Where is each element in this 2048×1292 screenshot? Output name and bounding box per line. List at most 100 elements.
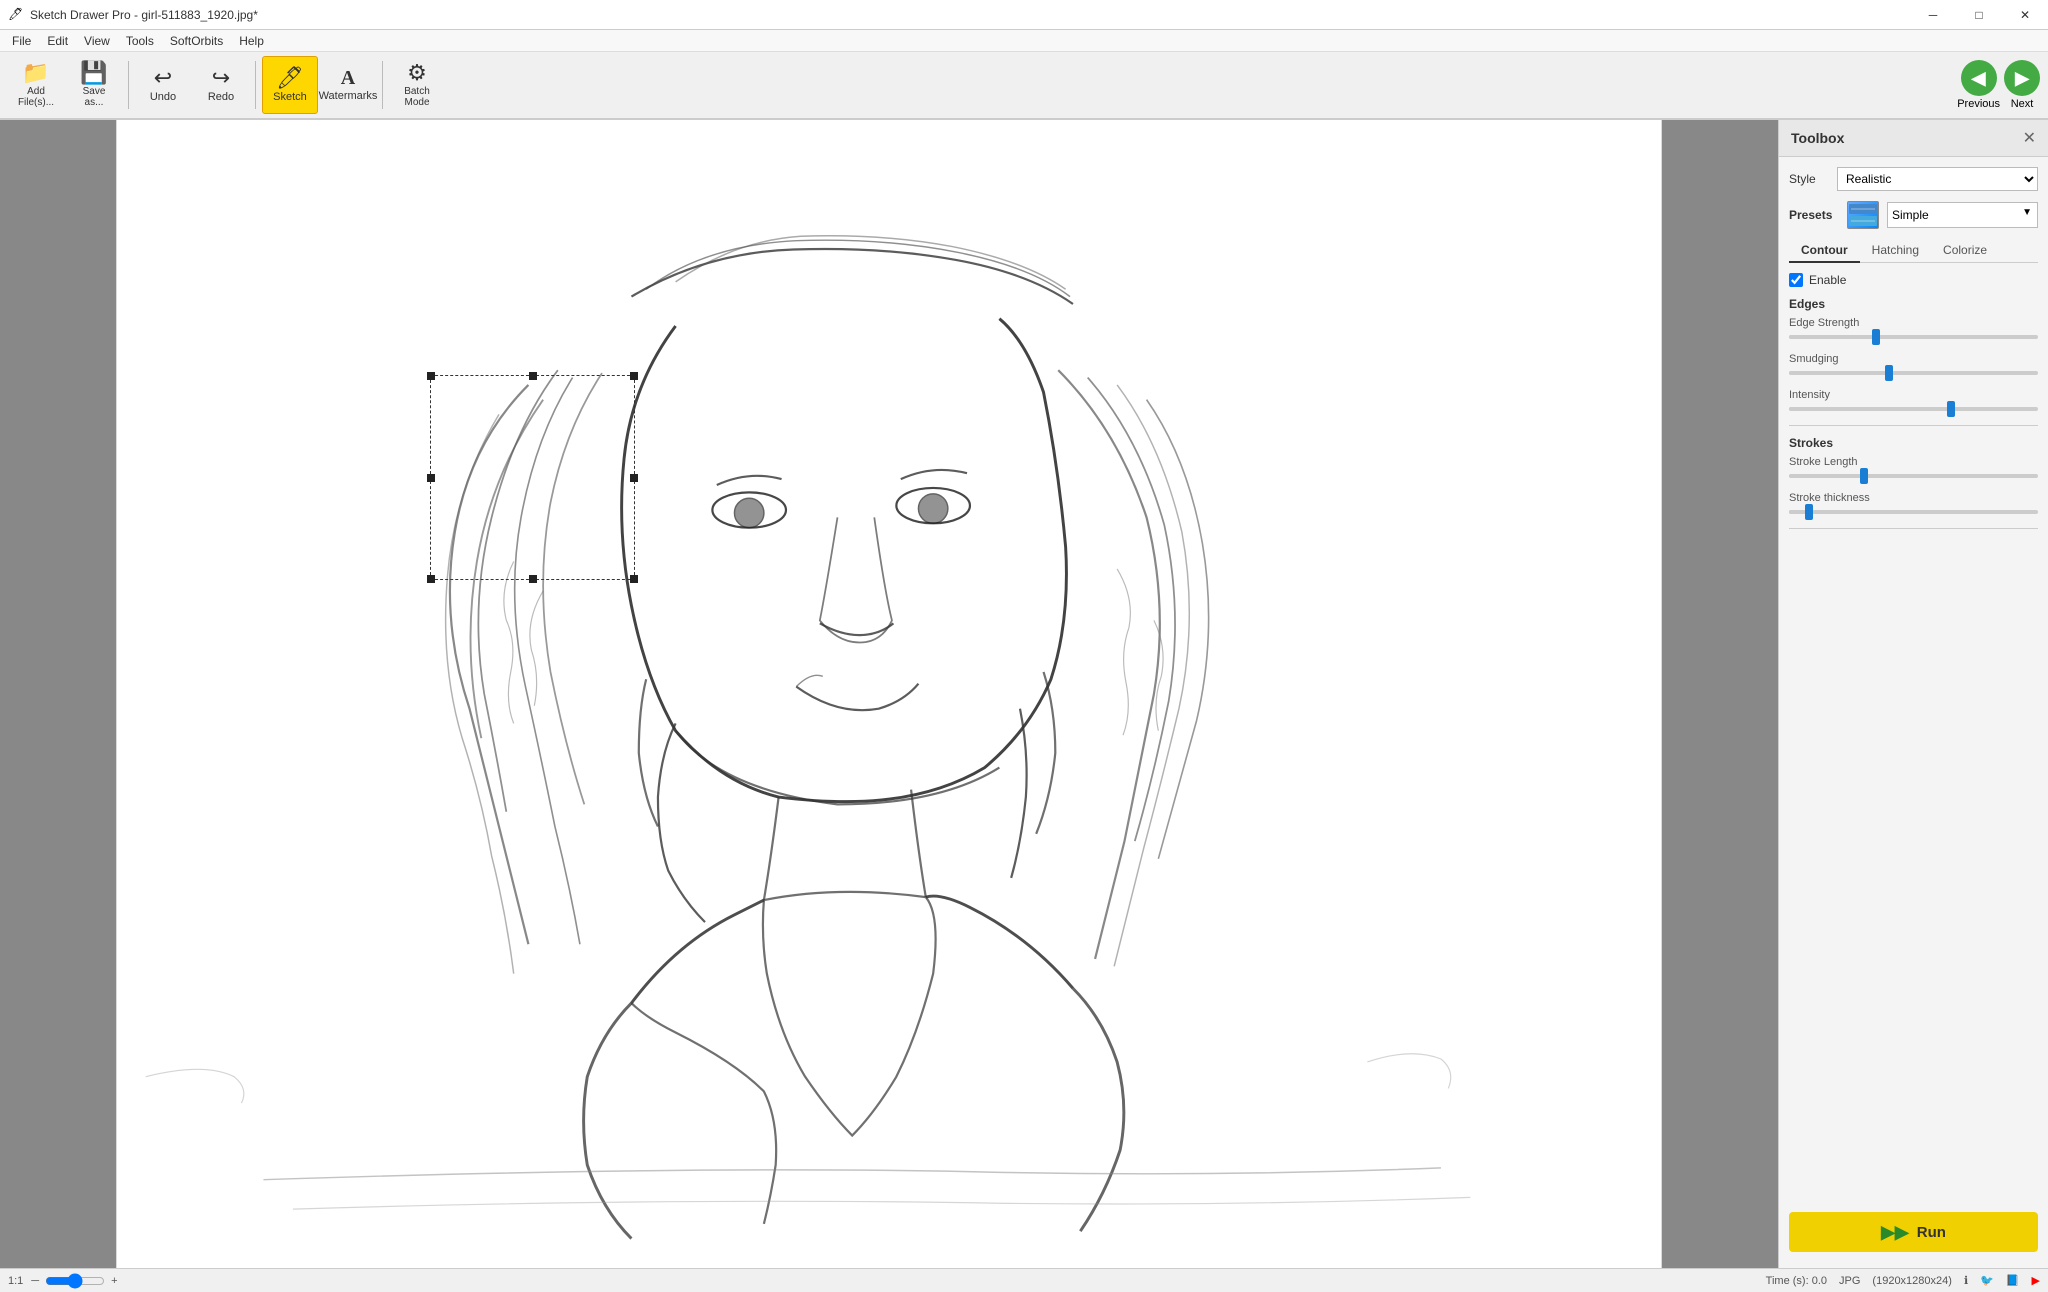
run-button[interactable]: ▶▶ Run xyxy=(1789,1212,2038,1252)
file-format: JPG xyxy=(1839,1275,1860,1287)
edge-strength-fill xyxy=(1789,335,1876,339)
window-title: Sketch Drawer Pro - girl-511883_1920.jpg… xyxy=(30,8,2040,22)
presets-select-wrap: Simple Complex Artistic xyxy=(1887,202,2038,228)
prev-nav[interactable]: ◀ Previous xyxy=(1957,60,2000,110)
status-bar: 1:1 ─ + Time (s): 0.0 JPG (1920x1280x24)… xyxy=(0,1268,2048,1292)
style-select[interactable]: Realistic xyxy=(1837,167,2038,191)
menu-file[interactable]: File xyxy=(4,32,39,50)
add-files-icon: 📁 xyxy=(22,62,49,84)
toolbar-separator-3 xyxy=(382,61,383,109)
maximize-button[interactable]: □ xyxy=(1956,0,2002,30)
redo-button[interactable]: ↪ Redo xyxy=(193,56,249,114)
next-button[interactable]: ▶ xyxy=(2004,60,2040,96)
run-label: Run xyxy=(1917,1224,1946,1241)
add-files-button[interactable]: 📁 Add File(s)... xyxy=(8,56,64,114)
intensity-thumb[interactable] xyxy=(1947,401,1955,417)
menu-tools[interactable]: Tools xyxy=(118,32,162,50)
save-as-button[interactable]: 💾 Save as... xyxy=(66,56,122,114)
stroke-length-fill xyxy=(1789,474,1864,478)
sketch-label: Sketch xyxy=(273,91,307,103)
info-icon[interactable]: ℹ xyxy=(1964,1274,1968,1287)
status-left: 1:1 ─ + xyxy=(8,1273,120,1289)
stroke-length-track[interactable] xyxy=(1789,474,2038,478)
style-label: Style xyxy=(1789,172,1829,186)
redo-label: Redo xyxy=(208,91,234,103)
presets-select[interactable]: Simple Complex Artistic xyxy=(1887,202,2038,228)
toolbox-title: Toolbox xyxy=(1791,130,1844,146)
batch-mode-label: Batch Mode xyxy=(404,86,430,108)
redo-icon: ↪ xyxy=(212,67,230,89)
next-nav[interactable]: ▶ Next xyxy=(2004,60,2040,110)
zoom-out-button[interactable]: ─ xyxy=(29,1275,41,1287)
watermarks-icon: A xyxy=(341,68,355,88)
prev-label: Previous xyxy=(1957,98,2000,110)
sketch-icon: 🖊 xyxy=(276,67,304,89)
zoom-slider[interactable] xyxy=(45,1273,105,1289)
edge-strength-thumb[interactable] xyxy=(1872,329,1880,345)
stroke-length-label: Stroke Length xyxy=(1789,456,2038,468)
tab-hatching[interactable]: Hatching xyxy=(1860,239,1931,263)
time-value: 0.0 xyxy=(1812,1275,1827,1287)
presets-row: Presets Simple Complex Artistic xyxy=(1789,201,2038,229)
main-content: Toolbox ✕ Style Realistic Presets xyxy=(0,120,2048,1268)
menu-softorbits[interactable]: SoftOrbits xyxy=(162,32,231,50)
enable-row: Enable xyxy=(1789,273,2038,287)
tab-colorize[interactable]: Colorize xyxy=(1931,239,1999,263)
sketch-canvas[interactable] xyxy=(0,120,1778,1268)
stroke-thickness-track[interactable] xyxy=(1789,510,2038,514)
youtube-icon[interactable]: ▶ xyxy=(2032,1274,2040,1287)
smudging-track[interactable] xyxy=(1789,371,2038,375)
stroke-thickness-label: Stroke thickness xyxy=(1789,492,2038,504)
watermarks-button[interactable]: A Watermarks xyxy=(320,56,376,114)
stroke-thickness-thumb[interactable] xyxy=(1805,504,1813,520)
facebook-icon[interactable]: 📘 xyxy=(2006,1274,2020,1287)
enable-checkbox[interactable] xyxy=(1789,273,1803,287)
stroke-length-thumb[interactable] xyxy=(1860,468,1868,484)
next-label: Next xyxy=(2011,98,2034,110)
menu-help[interactable]: Help xyxy=(231,32,272,50)
tab-contour[interactable]: Contour xyxy=(1789,239,1860,263)
close-button[interactable]: ✕ xyxy=(2002,0,2048,30)
edge-strength-track[interactable] xyxy=(1789,335,2038,339)
enable-label: Enable xyxy=(1809,273,1846,287)
run-button-wrap: ▶▶ Run xyxy=(1779,1196,2048,1268)
window-controls: ─ □ ✕ xyxy=(1910,0,2048,30)
toolbox-divider xyxy=(1789,425,2038,426)
minimize-button[interactable]: ─ xyxy=(1910,0,1956,30)
edge-strength-label: Edge Strength xyxy=(1789,317,2038,329)
intensity-track[interactable] xyxy=(1789,407,2038,411)
toolbar-separator-1 xyxy=(128,61,129,109)
sketch-image xyxy=(0,120,1778,1268)
intensity-row: Intensity xyxy=(1789,389,2038,411)
run-arrow-icon: ▶▶ xyxy=(1881,1222,1909,1243)
edges-section-title: Edges xyxy=(1789,297,2038,311)
intensity-fill xyxy=(1789,407,1951,411)
smudging-row: Smudging xyxy=(1789,353,2038,375)
time-label: Time (s): 0.0 xyxy=(1766,1275,1827,1287)
menu-edit[interactable]: Edit xyxy=(39,32,76,50)
toolbar-separator-2 xyxy=(255,61,256,109)
watermarks-label: Watermarks xyxy=(319,90,378,102)
title-bar: 🖊 Sketch Drawer Pro - girl-511883_1920.j… xyxy=(0,0,2048,30)
canvas-area[interactable] xyxy=(0,120,1778,1268)
undo-label: Undo xyxy=(150,91,176,103)
zoom-in-button[interactable]: + xyxy=(109,1275,119,1287)
batch-mode-button[interactable]: ⚙ Batch Mode xyxy=(389,56,445,114)
smudging-fill xyxy=(1789,371,1889,375)
menu-view[interactable]: View xyxy=(76,32,118,50)
smudging-thumb[interactable] xyxy=(1885,365,1893,381)
nav-buttons: ◀ Previous ▶ Next xyxy=(1957,60,2040,110)
sketch-button[interactable]: 🖊 Sketch xyxy=(262,56,318,114)
zoom-controls: ─ + xyxy=(29,1273,119,1289)
stroke-thickness-row: Stroke thickness xyxy=(1789,492,2038,514)
presets-label: Presets xyxy=(1789,208,1839,222)
batch-mode-icon: ⚙ xyxy=(407,62,427,84)
menu-bar: File Edit View Tools SoftOrbits Help xyxy=(0,30,2048,52)
edge-strength-row: Edge Strength xyxy=(1789,317,2038,339)
undo-button[interactable]: ↩ Undo xyxy=(135,56,191,114)
toolbox-close-button[interactable]: ✕ xyxy=(2023,128,2036,148)
prev-button[interactable]: ◀ xyxy=(1961,60,1997,96)
twitter-icon[interactable]: 🐦 xyxy=(1980,1274,1994,1287)
toolbox-panel: Toolbox ✕ Style Realistic Presets xyxy=(1778,120,2048,1268)
image-dimensions: (1920x1280x24) xyxy=(1872,1275,1952,1287)
